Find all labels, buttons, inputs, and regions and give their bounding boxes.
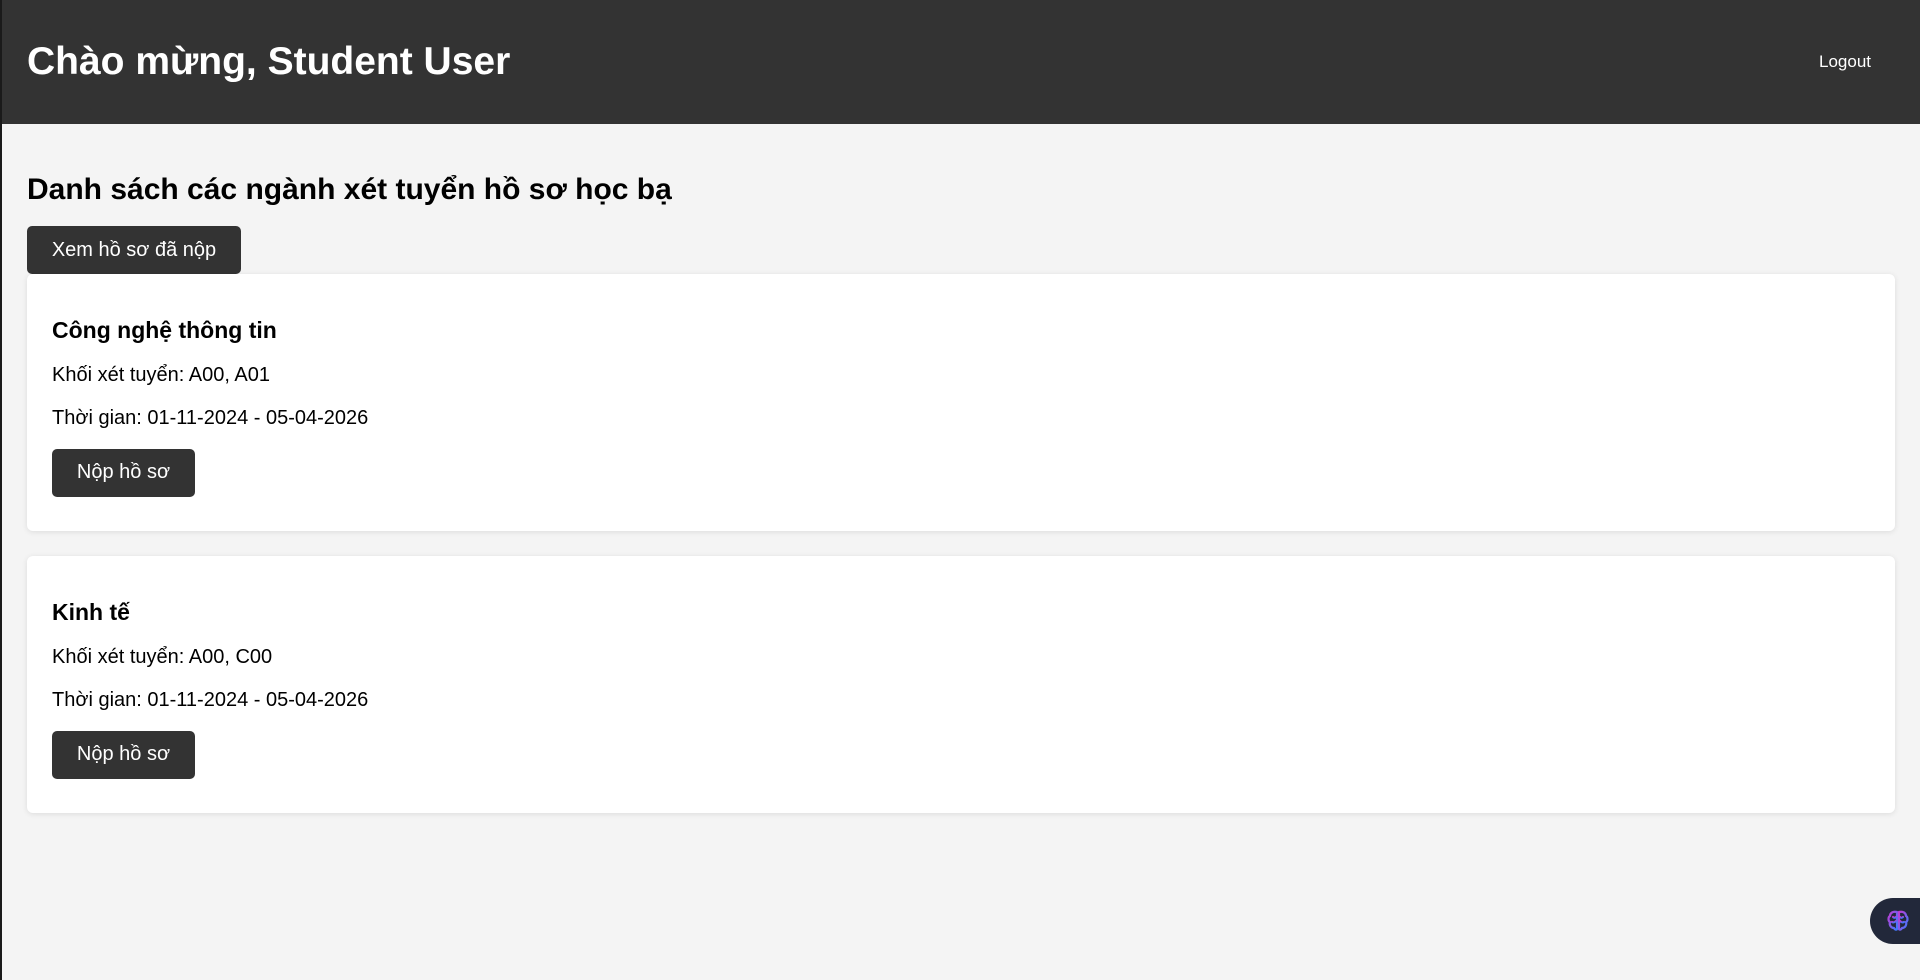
major-card: Kinh tế Khối xét tuyển: A00, C00 Thời gi… [27,556,1895,813]
major-blocks: Khối xét tuyển: A00, C00 [52,645,273,668]
major-name: Công nghệ thông tin [52,317,277,343]
view-submitted-button[interactable]: Xem hồ sơ đã nộp [27,226,241,274]
brain-icon [1887,910,1909,931]
major-period: Thời gian: 01-11-2024 - 05-04-2026 [52,688,369,711]
assistant-fab-button[interactable] [1870,898,1920,944]
major-period: Thời gian: 01-11-2024 - 05-04-2026 [52,406,369,429]
major-card: Công nghệ thông tin Khối xét tuyển: A00,… [27,274,1895,531]
app-frame: Chào mừng, Student User Logout Danh sách… [0,0,1920,980]
major-list: Công nghệ thông tin Khối xét tuyển: A00,… [27,274,1895,813]
major-name: Kinh tế [52,599,130,625]
page-heading: Danh sách các ngành xét tuyển hồ sơ học … [27,173,672,206]
top-header: Chào mừng, Student User Logout [2,0,1920,124]
submit-application-button[interactable]: Nộp hồ sơ [52,448,195,497]
major-blocks: Khối xét tuyển: A00, A01 [52,363,270,386]
main-content: Danh sách các ngành xét tuyển hồ sơ học … [2,124,1920,813]
submit-application-button[interactable]: Nộp hồ sơ [52,730,195,779]
welcome-title: Chào mừng, Student User [27,39,511,83]
logout-link[interactable]: Logout [1819,52,1871,72]
